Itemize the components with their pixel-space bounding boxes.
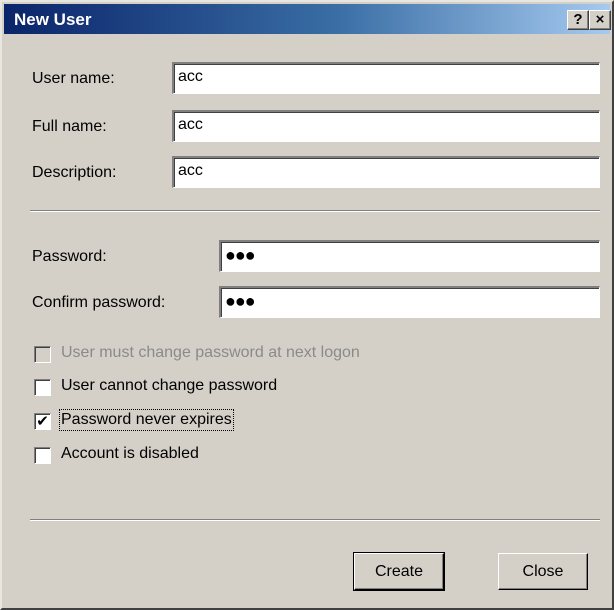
separator [30, 210, 600, 212]
help-button[interactable]: ? [567, 10, 589, 30]
description-label: Description: [32, 164, 117, 181]
user-name-label: User name: [32, 70, 115, 87]
title-close-button[interactable]: × [589, 10, 611, 30]
cannot-change-password-checkbox[interactable] [34, 379, 51, 396]
new-user-dialog: New User ? × User name: acc Full name: a… [0, 0, 614, 610]
full-name-input[interactable]: acc [172, 110, 600, 142]
password-never-expires-label[interactable]: Password never expires [59, 409, 234, 431]
password-label: Password: [32, 248, 107, 265]
separator [30, 519, 600, 521]
password-input[interactable]: ●●● [219, 240, 600, 272]
title-bar[interactable]: New User ? × [4, 4, 611, 34]
create-button[interactable]: Create [353, 552, 445, 591]
cannot-change-password-label[interactable]: User cannot change password [61, 377, 277, 395]
account-disabled-checkbox[interactable] [34, 447, 51, 464]
must-change-password-checkbox [34, 346, 51, 363]
confirm-password-input[interactable]: ●●● [219, 286, 600, 318]
account-disabled-label[interactable]: Account is disabled [61, 445, 199, 463]
full-name-label: Full name: [32, 118, 107, 135]
confirm-password-label: Confirm password: [32, 294, 166, 311]
description-input[interactable]: acc [172, 156, 600, 188]
dialog-title: New User [14, 10, 92, 29]
close-button[interactable]: Close [498, 553, 588, 590]
must-change-password-label: User must change password at next logon [61, 344, 360, 361]
password-never-expires-checkbox[interactable]: ✔ [34, 413, 51, 430]
user-name-input[interactable]: acc [172, 62, 600, 94]
